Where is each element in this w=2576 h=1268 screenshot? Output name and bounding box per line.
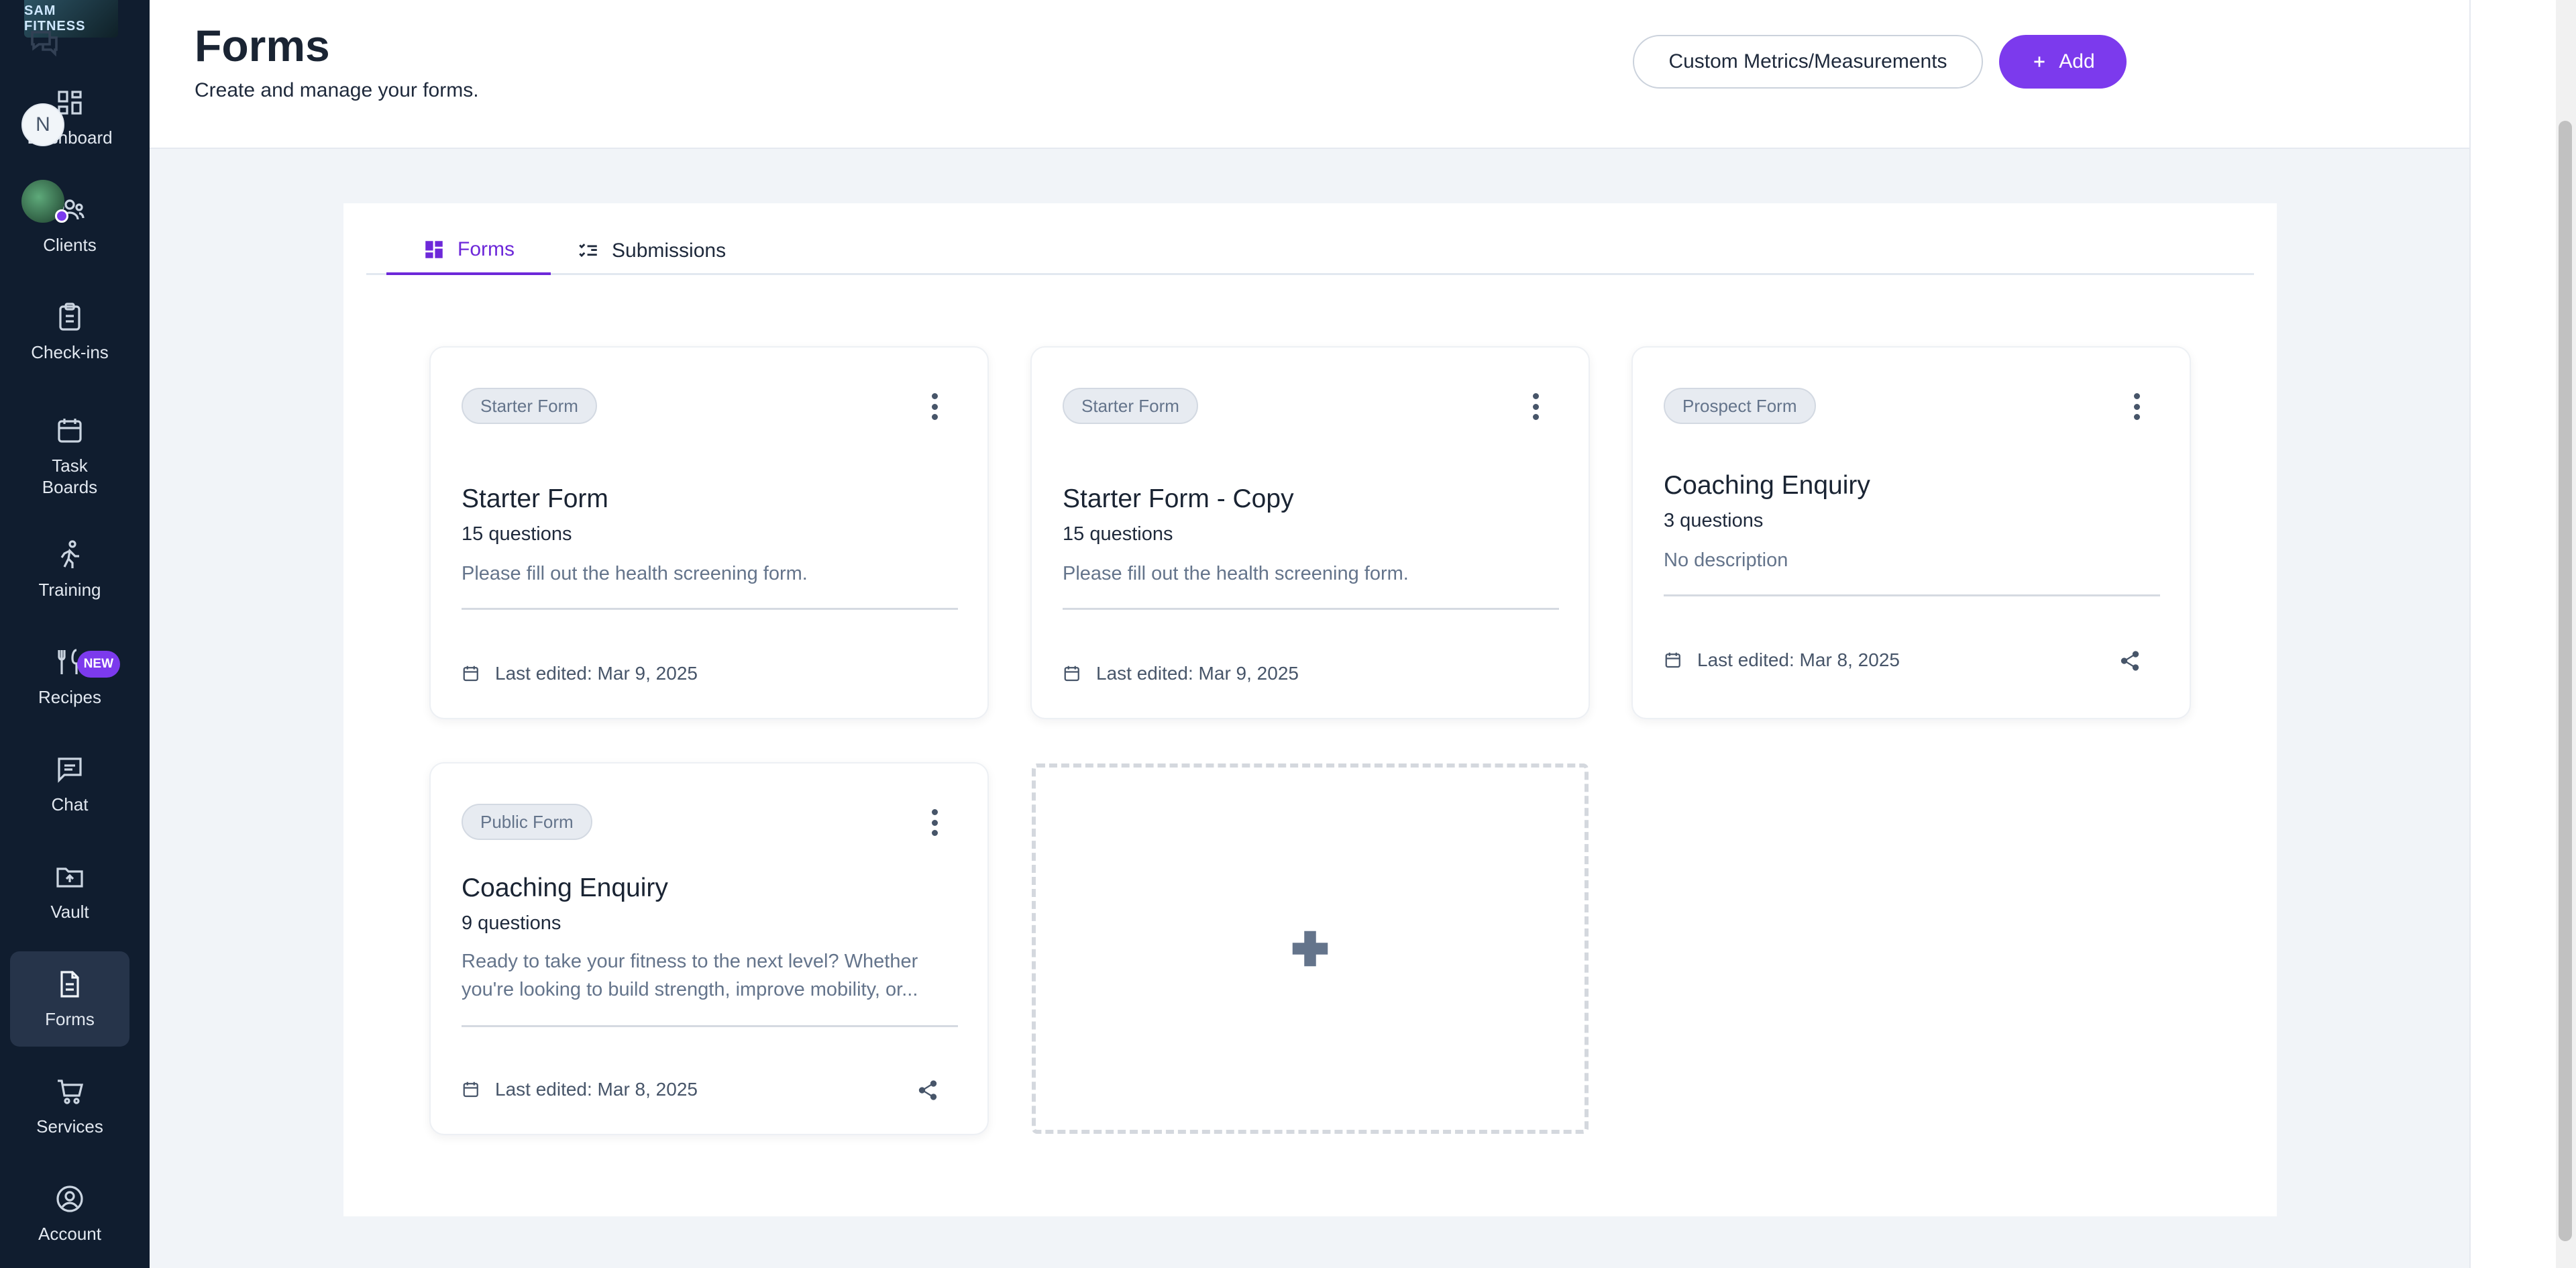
sidebar-item-account[interactable]: Account: [10, 1166, 129, 1261]
form-title[interactable]: Starter Form: [462, 484, 608, 514]
calendar-edit-icon: [1064, 666, 1079, 682]
sidebar-item-label: Check-ins: [31, 342, 109, 362]
sidebar-item-label: Services: [36, 1116, 103, 1137]
form-title[interactable]: Coaching Enquiry: [462, 874, 668, 903]
more-options-icon[interactable]: [1531, 393, 1540, 420]
plus-icon: [1292, 931, 1328, 967]
add-button[interactable]: Add: [1999, 35, 2127, 89]
form-card[interactable]: Starter Form Starter Form 15 questions P…: [429, 346, 989, 719]
grid-icon: [425, 241, 443, 258]
page-title: Forms: [195, 21, 330, 70]
form-description: No description: [1664, 549, 1788, 571]
sidebar-item-task-boards[interactable]: Task Boards: [10, 403, 129, 510]
scrollbar-thumb[interactable]: [2559, 121, 2572, 1241]
card-divider: [462, 608, 958, 610]
form-card[interactable]: Starter Form Starter Form - Copy 15 ques…: [1030, 346, 1590, 719]
form-type-badge: Prospect Form: [1664, 388, 1816, 424]
last-edited-text: Last edited: Mar 9, 2025: [1096, 663, 1299, 684]
sidebar-item-chat[interactable]: Chat: [10, 737, 129, 832]
last-edited: Last edited: Mar 9, 2025: [462, 663, 698, 684]
tab-submissions[interactable]: Submissions: [541, 227, 762, 275]
custom-metrics-button[interactable]: Custom Metrics/Measurements: [1633, 35, 1983, 89]
sidebar-item-label: Task Boards: [42, 456, 98, 497]
more-options-icon[interactable]: [930, 393, 939, 420]
online-status-dot: [55, 209, 68, 223]
running-icon: [60, 540, 79, 568]
form-title[interactable]: Coaching Enquiry: [1664, 471, 1870, 500]
new-badge: NEW: [76, 651, 120, 678]
checklist-icon: [579, 244, 597, 258]
user-avatar[interactable]: N: [21, 103, 64, 146]
sidebar-item-label: Account: [38, 1224, 101, 1244]
share-icon[interactable]: [916, 1079, 939, 1102]
form-type-badge: Public Form: [462, 804, 592, 840]
sidebar-item-label: Chat: [51, 794, 89, 814]
last-edited: Last edited: Mar 8, 2025: [1664, 649, 1900, 671]
sidebar-item-label: Forms: [45, 1009, 95, 1029]
calendar-edit-icon: [1665, 652, 1680, 668]
form-card[interactable]: Prospect Form Coaching Enquiry 3 questio…: [1631, 346, 2191, 719]
chat-bubbles-icon: [31, 31, 58, 57]
more-options-icon[interactable]: [2132, 393, 2141, 420]
last-edited-text: Last edited: Mar 8, 2025: [1697, 649, 1900, 670]
card-divider: [462, 1025, 958, 1027]
tab-label: Submissions: [612, 240, 727, 262]
last-edited: Last edited: Mar 8, 2025: [462, 1079, 698, 1100]
form-description: Please fill out the health screening for…: [462, 563, 808, 584]
sidebar-item-vault[interactable]: Vault: [10, 844, 129, 939]
calendar-edit-icon: [463, 1081, 478, 1098]
more-options-icon[interactable]: [930, 809, 939, 836]
cart-icon: [58, 1079, 84, 1104]
sidebar-item-label: Training: [38, 580, 101, 600]
calendar-edit-icon: [463, 666, 478, 682]
card-divider: [1664, 594, 2160, 596]
question-count: 9 questions: [462, 912, 561, 934]
form-description: Please fill out the health screening for…: [1063, 563, 1409, 584]
sidebar-item-label: Recipes: [38, 687, 101, 707]
sidebar-item-label: Clients: [43, 235, 97, 255]
last-edited: Last edited: Mar 9, 2025: [1063, 663, 1299, 684]
form-card[interactable]: Public Form Coaching Enquiry 9 questions…: [429, 762, 989, 1135]
clipboard-icon: [59, 303, 80, 331]
card-divider: [1063, 608, 1559, 610]
sidebar-item-label: Vault: [50, 902, 89, 922]
form-description: Ready to take your fitness to the next l…: [462, 951, 918, 1000]
sidebar: SAM FITNESS Dashboard Clients Check-ins …: [0, 0, 150, 1268]
tab-bar: Forms Submissions: [366, 227, 2254, 275]
create-form-card[interactable]: [1032, 763, 1589, 1134]
chat-icon: [58, 757, 82, 783]
tab-forms[interactable]: Forms: [386, 227, 551, 275]
share-icon[interactable]: [2118, 649, 2141, 672]
question-count: 3 questions: [1664, 510, 1764, 531]
page-subtitle: Create and manage your forms.: [195, 79, 479, 101]
document-icon: [60, 971, 79, 998]
calendar-icon: [58, 419, 82, 443]
plus-icon: [2034, 56, 2045, 67]
last-edited-text: Last edited: Mar 9, 2025: [495, 663, 698, 684]
form-type-badge: Starter Form: [1063, 388, 1198, 424]
sidebar-item-check-ins[interactable]: Check-ins: [10, 284, 129, 380]
sidebar-item-recipes[interactable]: Recipes NEW: [10, 629, 129, 725]
sidebar-item-services[interactable]: Services: [10, 1059, 129, 1154]
add-button-label: Add: [2059, 50, 2095, 72]
sidebar-item-forms[interactable]: Forms: [10, 951, 129, 1047]
last-edited-text: Last edited: Mar 8, 2025: [495, 1079, 698, 1100]
question-count: 15 questions: [462, 523, 572, 545]
tab-label: Forms: [458, 238, 515, 260]
user-circle-icon: [56, 1185, 83, 1212]
sidebar-item-training[interactable]: Training: [10, 522, 129, 617]
messages-button[interactable]: [28, 27, 60, 59]
folder-upload-icon: [56, 867, 83, 888]
question-count: 15 questions: [1063, 523, 1173, 545]
form-type-badge: Starter Form: [462, 388, 597, 424]
form-title[interactable]: Starter Form - Copy: [1063, 484, 1294, 514]
